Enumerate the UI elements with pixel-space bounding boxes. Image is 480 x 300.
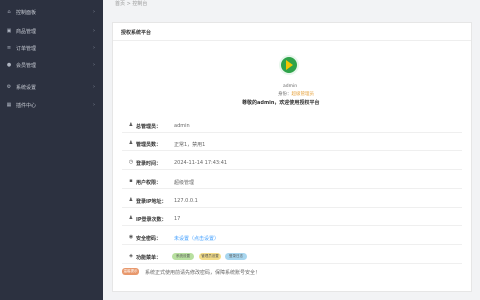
- card-title: 授权系统平台: [121, 30, 152, 36]
- sidebar-item-label: 订单管理: [16, 45, 37, 52]
- sidebar-item-label: 系统设置: [16, 84, 37, 91]
- user-icon: ♟: [128, 122, 134, 128]
- row-label: 管理员数：: [136, 142, 162, 148]
- home-icon: ⌂: [7, 9, 11, 15]
- sidebar-item-dashboard[interactable]: ⌂ 控制面板 ›: [0, 5, 103, 19]
- row-label: 登录IP地址：: [136, 199, 167, 205]
- chevron-right-icon: ›: [93, 28, 95, 34]
- row-label: 安全密码：: [136, 236, 162, 242]
- clock-icon: ◷: [128, 159, 134, 165]
- set-password-link[interactable]: 未设置（点击设置）: [174, 235, 219, 242]
- notice-text: 系统正式使用前请先修改密码，保障系统账号安全！: [145, 270, 261, 276]
- user-name: admin: [283, 84, 298, 89]
- users-icon: ♟: [128, 140, 134, 146]
- card-header: 授权系统平台: [113, 23, 471, 41]
- chevron-right-icon: ›: [93, 102, 95, 108]
- sidebar-item-plugins[interactable]: ▦ 插件中心 ›: [0, 98, 103, 112]
- list-icon: ≡: [6, 45, 12, 51]
- row-label: IP登录次数：: [136, 217, 167, 223]
- row-label: 总管理员：: [136, 124, 162, 130]
- row-value: 2024-11-14 17:43:41: [174, 160, 228, 166]
- row-label: 登录时间：: [136, 161, 162, 167]
- menu-tag-system-settings[interactable]: 系统设置: [172, 253, 194, 260]
- menu-tag-login-log[interactable]: 登录日志: [225, 253, 247, 260]
- menu-tag-admin-settings[interactable]: 管理员设置: [199, 253, 221, 260]
- notice-row: 温馨提示 系统正式使用前请先修改密码，保障系统账号安全！: [122, 265, 462, 279]
- row-value: 17: [174, 216, 181, 222]
- info-row-login-time: ◷ 登录时间： 2024-11-14 17:43:41: [122, 155, 462, 170]
- info-row-ip-count: ♟ IP登录次数： 17: [122, 211, 462, 226]
- location-icon: ♟: [128, 197, 134, 203]
- chevron-right-icon: ›: [93, 84, 95, 90]
- sidebar-item-settings[interactable]: ⚙ 系统设置 ›: [0, 80, 103, 94]
- breadcrumb: 首页 > 控制台: [115, 1, 148, 7]
- user-role-line: 身份：超级管理员: [278, 91, 314, 97]
- info-row-admin-count: ♟ 管理员数： 正常1，禁用1: [122, 136, 462, 151]
- sidebar-item-products[interactable]: ▣ 商品管理 ›: [0, 24, 103, 38]
- user-role-badge: 超级管理员: [291, 92, 315, 97]
- row-value: 正常1，禁用1: [174, 142, 206, 148]
- sidebar-item-label: 商品管理: [16, 28, 37, 35]
- user-role-label: 身份：: [278, 92, 292, 97]
- sidebar-item-label: 插件中心: [16, 102, 37, 109]
- count-icon: ♟: [128, 215, 134, 221]
- row-value: 超级管理: [174, 180, 195, 186]
- play-icon: [286, 60, 293, 70]
- sidebar: ⌂ 控制面板 › ▣ 商品管理 › ≡ 订单管理 › ● 会员管理 › ⚙ 系统…: [0, 0, 103, 300]
- top-bar: 首页 > 控制台: [103, 0, 480, 14]
- info-row-function-menu: ◈ 功能菜单： 系统设置 管理员设置 登录日志: [122, 249, 462, 264]
- grid-icon: ▦: [6, 102, 12, 108]
- shield-icon: ◉: [128, 234, 134, 240]
- user-icon: ●: [6, 62, 12, 68]
- sidebar-item-orders[interactable]: ≡ 订单管理 ›: [0, 41, 103, 55]
- tag-icon: ◈: [129, 253, 133, 259]
- info-row-login-ip: ♟ 登录IP地址： 127.0.0.1: [122, 193, 462, 208]
- row-value: admin: [174, 123, 190, 129]
- device-icon: ▪: [129, 178, 133, 184]
- sidebar-item-label: 控制面板: [16, 9, 37, 16]
- sidebar-item-label: 会员管理: [16, 62, 37, 69]
- chevron-right-icon: ›: [93, 62, 95, 68]
- welcome-message: 尊敬的admin，欢迎使用授权平台: [242, 100, 320, 106]
- sidebar-item-members[interactable]: ● 会员管理 ›: [0, 58, 103, 72]
- info-row-security-password: ◉ 安全密码： 未设置（点击设置）: [122, 230, 462, 245]
- row-value: 127.0.0.1: [174, 198, 198, 204]
- notice-badge: 温馨提示: [122, 268, 139, 275]
- row-label: 用户权限：: [136, 180, 162, 186]
- box-icon: ▣: [6, 28, 12, 34]
- info-row-admin: ♟ 总管理员： admin: [122, 118, 462, 133]
- chevron-right-icon: ›: [93, 9, 95, 15]
- info-row-permission: ▪ 用户权限： 超级管理: [122, 174, 462, 189]
- row-label: 功能菜单：: [136, 255, 162, 261]
- chevron-right-icon: ›: [93, 45, 95, 51]
- gear-icon: ⚙: [6, 84, 12, 90]
